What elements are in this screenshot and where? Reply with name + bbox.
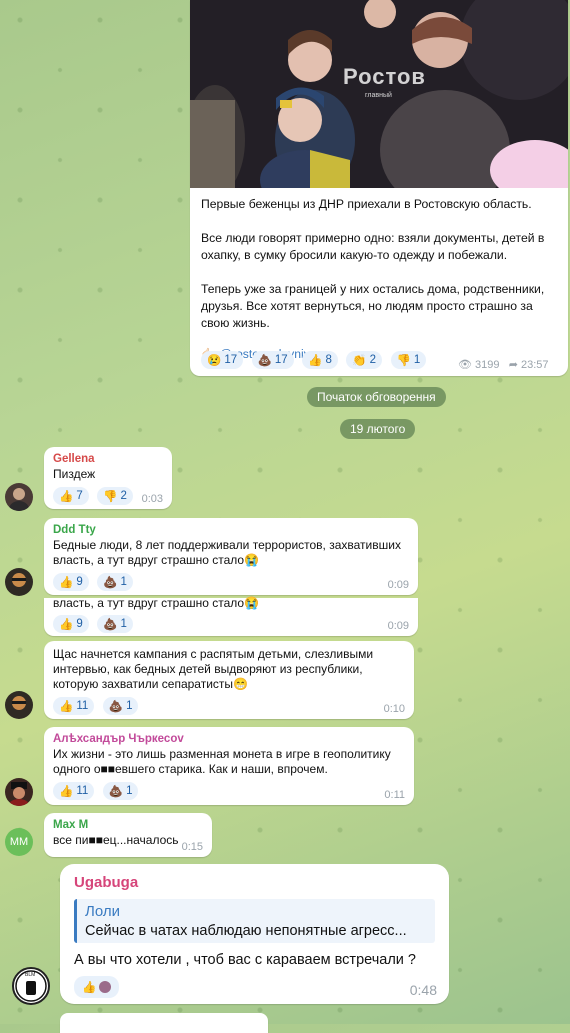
clap-icon: 👏: [352, 355, 367, 367]
post-paragraph: Все люди говорят примерно одно: взяли до…: [201, 231, 545, 262]
message-bubble[interactable]: Gellena Пиздеж 👍 7 👎 2 0:03: [44, 447, 172, 509]
sender-name[interactable]: Max M: [53, 819, 203, 831]
message-time: 0:03: [141, 493, 163, 505]
post-photo[interactable]: Ростов главный: [190, 0, 568, 188]
post-meta: 👁 3199 ➦ 23:57: [458, 358, 549, 371]
post-paragraph: Теперь уже за границей у них остались до…: [201, 282, 545, 330]
eye-icon: 👁: [458, 359, 472, 371]
avatar-initials[interactable]: MM: [5, 828, 33, 856]
message-bubble[interactable]: Алѣхсандър Чъркесоv Их жизни - это лишь …: [44, 727, 414, 805]
message-time: 0:10: [383, 703, 405, 715]
post-paragraph: Первые беженцы из ДНР приехали в Ростовс…: [201, 197, 532, 211]
message-bubble[interactable]: Max M все пи■■ец...началось 0:15: [44, 813, 212, 857]
reply-quote[interactable]: Лоли Сейчас в чатах наблюдаю непонятные …: [74, 899, 435, 943]
message-time: 0:09: [387, 620, 409, 632]
reaction-poop[interactable]: 💩 17: [251, 351, 294, 369]
crying-face-icon: 😢: [207, 355, 222, 367]
poop-icon: 💩: [108, 701, 124, 713]
avatar[interactable]: BLM: [12, 967, 50, 1005]
reaction-thumbs-up[interactable]: 👍 11: [53, 782, 95, 800]
reaction-poop[interactable]: 💩 1: [102, 782, 139, 800]
sender-name[interactable]: Ugabuga: [74, 874, 435, 891]
thumbs-up-icon: 👍: [59, 619, 74, 631]
poop-icon: 💩: [103, 619, 118, 631]
message-text: Щас начнется кампания с распятым детьми,…: [53, 647, 374, 691]
reply-text: Сейчас в чатах наблюдаю непонятные агрес…: [85, 923, 407, 939]
reaction-thumbs-up[interactable]: 👍 9: [53, 615, 89, 633]
poop-icon: 💩: [103, 577, 118, 589]
next-message-bubble[interactable]: [60, 1013, 268, 1033]
thumbs-up-icon: 👍: [82, 982, 97, 994]
thumbs-up-icon: 👍: [59, 701, 74, 713]
date-pill: 19 лютого: [340, 419, 416, 439]
thumbs-down-icon: 👎: [103, 491, 118, 503]
message-text: Их жизни - это лишь разменная монета в и…: [53, 747, 391, 776]
reaction-thumbs-down[interactable]: 👎 2: [97, 487, 133, 505]
reaction-crying[interactable]: 😢 17: [201, 351, 244, 369]
forward-icon[interactable]: ➦: [509, 359, 518, 371]
message-bubble[interactable]: Щас начнется кампания с распятым детьми,…: [44, 641, 414, 719]
sender-name[interactable]: Gellena: [53, 453, 163, 465]
reaction-thumbs-up[interactable]: 👍 8: [302, 351, 338, 369]
post-body: Первые беженцы из ДНР приехали в Ростовс…: [201, 196, 556, 363]
post-reactions: 😢 17 💩 17 👍 8 👏 2 👎 1: [201, 351, 430, 369]
message-text: А вы что хотели , чтоб вас с караваем вс…: [74, 952, 416, 968]
reactor-avatar: [99, 981, 112, 993]
sender-name[interactable]: Алѣхсандър Чъркесоv: [53, 733, 405, 745]
channel-post[interactable]: Ростов главный Первые беженцы из ДНР при…: [190, 0, 568, 376]
poop-icon: 💩: [257, 355, 272, 367]
avatar-label: BLM: [25, 972, 36, 978]
message-time: 0:48: [409, 982, 437, 998]
message-time: 0:09: [387, 579, 409, 591]
reaction-thumbs-down[interactable]: 👎 1: [390, 351, 427, 369]
thumbs-down-icon: 👎: [396, 355, 411, 367]
reaction-thumbs-up[interactable]: 👍 11: [53, 697, 95, 715]
thumbs-up-icon: 👍: [59, 491, 74, 503]
message-text: Бедные люди, 8 лет поддерживали террорис…: [53, 538, 401, 567]
reaction-poop[interactable]: 💩 1: [102, 697, 139, 715]
message-bubble[interactable]: Ddd Tty Бедные люди, 8 лет поддерживали …: [44, 518, 418, 595]
reaction-thumbs-up[interactable]: 👍 7: [53, 487, 89, 505]
avatar[interactable]: [5, 691, 33, 719]
message-bubble[interactable]: Ugabuga Лоли Сейчас в чатах наблюдаю неп…: [60, 864, 449, 1004]
message-fragment[interactable]: власть, а тут вдруг страшно стало😭 👍 9 💩 1…: [44, 596, 418, 636]
reaction-clap[interactable]: 👏 2: [346, 351, 383, 369]
reaction-poop[interactable]: 💩 1: [97, 573, 133, 591]
avatar[interactable]: [5, 483, 33, 511]
thumbs-up-icon: 👍: [308, 355, 323, 367]
message-text: все пи■■ец...началось: [53, 833, 179, 847]
sender-name[interactable]: Ddd Tty: [53, 524, 409, 536]
watermark-sub: главный: [365, 92, 392, 99]
thumbs-up-icon: 👍: [59, 786, 74, 798]
avatar[interactable]: [5, 568, 33, 596]
message-text: Пиздеж: [53, 467, 96, 481]
thumbs-up-icon: 👍: [59, 577, 74, 589]
avatar[interactable]: [5, 778, 33, 806]
reaction-poop[interactable]: 💩 1: [97, 615, 133, 633]
reaction-thumbs-up[interactable]: 👍 9: [53, 573, 89, 591]
reply-sender-name: Лоли: [85, 903, 120, 920]
poop-icon: 💩: [108, 786, 124, 798]
post-time: 23:57: [520, 359, 549, 371]
view-count: 3199: [475, 359, 500, 371]
message-time: 0:11: [384, 789, 405, 801]
reaction-group[interactable]: 👍: [74, 976, 120, 998]
discussion-start-pill: Початок обговорення: [307, 387, 446, 407]
message-time: 0:15: [181, 841, 203, 853]
message-text: власть, а тут вдруг страшно стало😭: [53, 596, 260, 610]
watermark-label: Ростов: [343, 64, 426, 89]
